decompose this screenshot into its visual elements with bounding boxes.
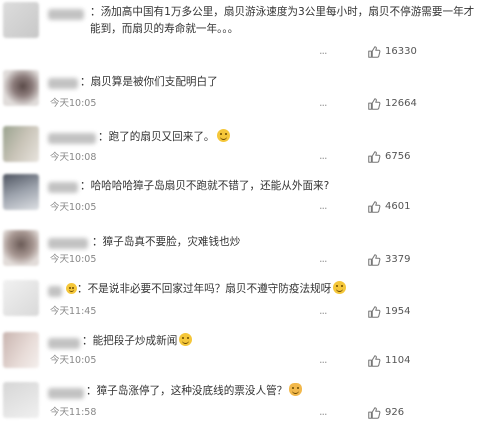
username[interactable] [48, 238, 88, 249]
like-count: 16330 [385, 46, 417, 57]
thumbs-up-icon[interactable] [367, 45, 381, 59]
username[interactable] [48, 388, 84, 399]
comment-text-body: ：不是说非必要不回家过年吗？扇贝不遵守防疫法规呀 [77, 283, 332, 295]
avatar[interactable] [3, 280, 39, 316]
comment-text: ：汤加高中国有1万多公里，扇贝游泳速度为3公里每小时，扇贝不停游需要一年才能到，… [90, 6, 475, 35]
more-icon[interactable]: ··· [319, 408, 327, 421]
comment-time: 今天10:05 [50, 98, 97, 109]
username[interactable] [48, 133, 96, 144]
comment-time: 今天10:08 [50, 152, 97, 163]
thumbs-up-icon[interactable] [367, 406, 381, 420]
username[interactable] [48, 9, 84, 20]
avatar[interactable] [3, 230, 39, 266]
laugh-emoji-icon [179, 333, 193, 346]
comment-text-body: ：能把段子炒成新闻 [82, 335, 178, 347]
avatar[interactable] [3, 382, 39, 418]
more-icon[interactable]: ··· [319, 152, 327, 165]
cat-emoji-icon [289, 383, 303, 396]
username[interactable] [48, 78, 78, 89]
comment-actions: ··· 3379 [319, 253, 489, 268]
comment-text: ：不是说非必要不回家过年吗？扇贝不遵守防疫法规呀 [64, 281, 481, 298]
comment-actions: ··· 926 [319, 406, 489, 421]
avatar[interactable] [3, 70, 39, 106]
thumbs-up-icon[interactable] [367, 305, 381, 319]
smirk-emoji-icon [333, 281, 347, 294]
comment-text-body: ：跑了的扇贝又回来了。 [98, 131, 215, 143]
thumbs-up-icon[interactable] [367, 150, 381, 164]
comment-text: ：獐子岛真不要脸，灾难钱也炒 [92, 234, 481, 251]
comment-actions: ··· 12664 [319, 97, 489, 112]
comment-text: ：獐子岛涨停了，这种没底线的票没人管？ [86, 383, 481, 400]
comment-actions: ··· 1104 [319, 354, 489, 369]
avatar[interactable] [3, 174, 39, 210]
username[interactable] [48, 182, 78, 193]
thumbs-up-icon[interactable] [367, 253, 381, 267]
comment-text-body: ：獐子岛涨停了，这种没底线的票没人管？ [86, 385, 288, 397]
comment-time: 今天10:05 [50, 254, 97, 265]
like-count: 4601 [385, 201, 411, 212]
comment-actions: ··· 16330 [319, 45, 489, 60]
username[interactable] [48, 286, 62, 297]
comment-text: ：跑了的扇贝又回来了。 [98, 129, 481, 146]
avatar[interactable] [3, 332, 39, 368]
like-count: 3379 [385, 254, 411, 265]
comment-text: ：扇贝算是被你们支配明白了 [80, 74, 481, 91]
more-icon[interactable]: ··· [319, 255, 327, 268]
comment-item: ：跑了的扇贝又回来了。 今天10:08 ··· 6756 [0, 124, 499, 174]
like-count: 926 [385, 407, 405, 418]
more-icon[interactable]: ··· [319, 356, 327, 369]
comment-feed: ：汤加高中国有1万多公里，扇贝游泳速度为3公里每小时，扇贝不停游需要一年才能到，… [0, 0, 499, 426]
comment-item: ：獐子岛真不要脸，灾难钱也炒 今天10:05 ··· 3379 [0, 228, 499, 278]
comment-item: ：不是说非必要不回家过年吗？扇贝不遵守防疫法规呀 今天11:45 ··· 195… [0, 278, 499, 328]
comment-time: 今天11:58 [50, 407, 97, 418]
more-icon[interactable]: ··· [319, 202, 327, 215]
like-count: 1104 [385, 355, 411, 366]
comment-text-body: ：哈哈哈哈獐子岛扇贝不跑就不错了，还能从外面来? [80, 180, 330, 192]
comment-item: ：汤加高中国有1万多公里，扇贝游泳速度为3公里每小时，扇贝不停游需要一年才能到，… [0, 0, 499, 64]
comment-item: ：哈哈哈哈獐子岛扇贝不跑就不错了，还能从外面来? 今天10:05 ··· 460… [0, 172, 499, 222]
more-icon[interactable]: ··· [319, 47, 327, 60]
avatar[interactable] [3, 2, 39, 38]
username[interactable] [48, 338, 80, 349]
comment-actions: ··· 4601 [319, 200, 489, 215]
comment-text-body: ：獐子岛真不要脸，灾难钱也炒 [92, 236, 241, 248]
thumbs-up-icon[interactable] [367, 97, 381, 111]
comment-text: ：哈哈哈哈獐子岛扇贝不跑就不错了，还能从外面来? [80, 178, 481, 195]
comment-text-body: ：扇贝算是被你们支配明白了 [80, 76, 218, 88]
avatar[interactable] [3, 126, 39, 162]
comment-item: ：能把段子炒成新闻 今天10:05 ··· 1104 [0, 330, 499, 376]
grin-emoji-icon [216, 129, 230, 142]
comment-text: ：能把段子炒成新闻 [82, 333, 481, 350]
more-icon[interactable]: ··· [319, 99, 327, 112]
thumbs-up-icon[interactable] [367, 354, 381, 368]
comment-actions: ··· 6756 [319, 150, 489, 165]
grin-emoji-icon [66, 283, 77, 294]
like-count: 12664 [385, 98, 417, 109]
comment-time: 今天10:05 [50, 355, 97, 366]
thumbs-up-icon[interactable] [367, 200, 381, 214]
comment-item: ：扇贝算是被你们支配明白了 今天10:05 ··· 12664 [0, 68, 499, 118]
like-count: 6756 [385, 151, 411, 162]
more-icon[interactable]: ··· [319, 307, 327, 320]
comment-item: ：獐子岛涨停了，这种没底线的票没人管？ 今天11:58 ··· 926 [0, 380, 499, 426]
like-count: 1954 [385, 306, 411, 317]
comment-actions: ··· 1954 [319, 305, 489, 320]
comment-time: 今天11:45 [50, 306, 97, 317]
comment-time: 今天10:05 [50, 202, 97, 213]
